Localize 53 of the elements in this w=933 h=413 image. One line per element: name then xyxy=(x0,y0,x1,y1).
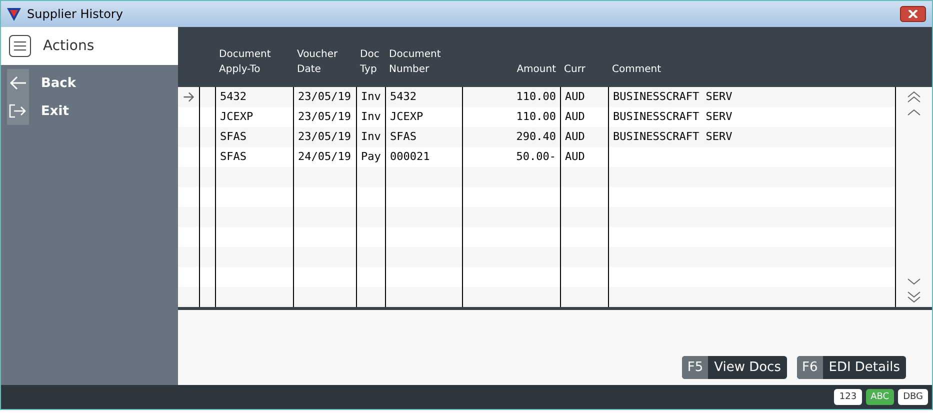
table-cell: BUSINESSCRAFT SERV xyxy=(613,90,732,103)
table-cell: 290.40 xyxy=(516,130,556,143)
table-cell: Pay xyxy=(361,150,381,163)
table-cell: 110.00 xyxy=(516,110,556,123)
column-header: Document Number xyxy=(388,48,442,77)
mode-indicator: 123 xyxy=(834,389,862,405)
table-cell: AUD xyxy=(565,150,585,163)
table-cell: 23/05/19 xyxy=(298,130,351,143)
table-cell: Inv xyxy=(361,110,381,123)
column-header: Curr xyxy=(563,63,586,77)
scroll-bottom-icon[interactable] xyxy=(907,291,921,303)
table-cell: AUD xyxy=(565,90,585,103)
table-cell: AUD xyxy=(565,110,585,123)
column-header: Voucher Date xyxy=(296,48,339,77)
close-button[interactable] xyxy=(900,6,926,22)
mode-indicator: ABC xyxy=(866,389,894,405)
column-header: Doc Typ xyxy=(359,48,380,77)
sidebar-item[interactable]: Back xyxy=(41,76,76,90)
actions-title: Actions xyxy=(43,38,94,54)
table-cell: 5432 xyxy=(220,90,246,103)
back-arrow-icon[interactable] xyxy=(9,76,27,90)
close-icon[interactable] xyxy=(908,10,918,18)
table-cell: Inv xyxy=(361,130,381,143)
scroll-top-icon[interactable] xyxy=(907,91,921,103)
sidebar-item[interactable]: Exit xyxy=(41,104,69,118)
table-cell: AUD xyxy=(565,130,585,143)
column-header: Comment xyxy=(611,63,662,77)
scroll-down-icon[interactable] xyxy=(907,278,921,285)
app-logo-icon xyxy=(7,8,21,20)
table-cell: SFAS xyxy=(390,130,416,143)
table-cell: JCEXP xyxy=(390,110,424,123)
function-key-button[interactable]: F6 EDI Details xyxy=(796,356,906,379)
menu-icon[interactable] xyxy=(9,35,31,57)
table-cell: SFAS xyxy=(220,130,246,143)
table-cell: 24/05/19 xyxy=(298,150,351,163)
table-cell: 23/05/19 xyxy=(298,90,351,103)
table-cell: JCEXP xyxy=(220,110,254,123)
table-cell: 23/05/19 xyxy=(298,110,351,123)
column-header: Document Apply-To xyxy=(218,48,272,77)
table-cell: 5432 xyxy=(390,90,416,103)
mode-indicator: DBG xyxy=(898,389,928,405)
table-cell: SFAS xyxy=(220,150,246,163)
scroll-up-icon[interactable] xyxy=(907,109,921,116)
table-cell: 000021 xyxy=(390,150,430,163)
window-title: Supplier History xyxy=(27,7,124,21)
table-cell: BUSINESSCRAFT SERV xyxy=(613,130,732,143)
column-header: Amount xyxy=(516,63,557,77)
table-cell: 50.00- xyxy=(516,150,556,163)
exit-icon[interactable] xyxy=(9,104,27,118)
table-cell: 110.00 xyxy=(516,90,556,103)
function-key-button[interactable]: F5 View Docs xyxy=(682,356,787,379)
table-cell: Inv xyxy=(361,90,381,103)
table-cell: BUSINESSCRAFT SERV xyxy=(613,110,732,123)
